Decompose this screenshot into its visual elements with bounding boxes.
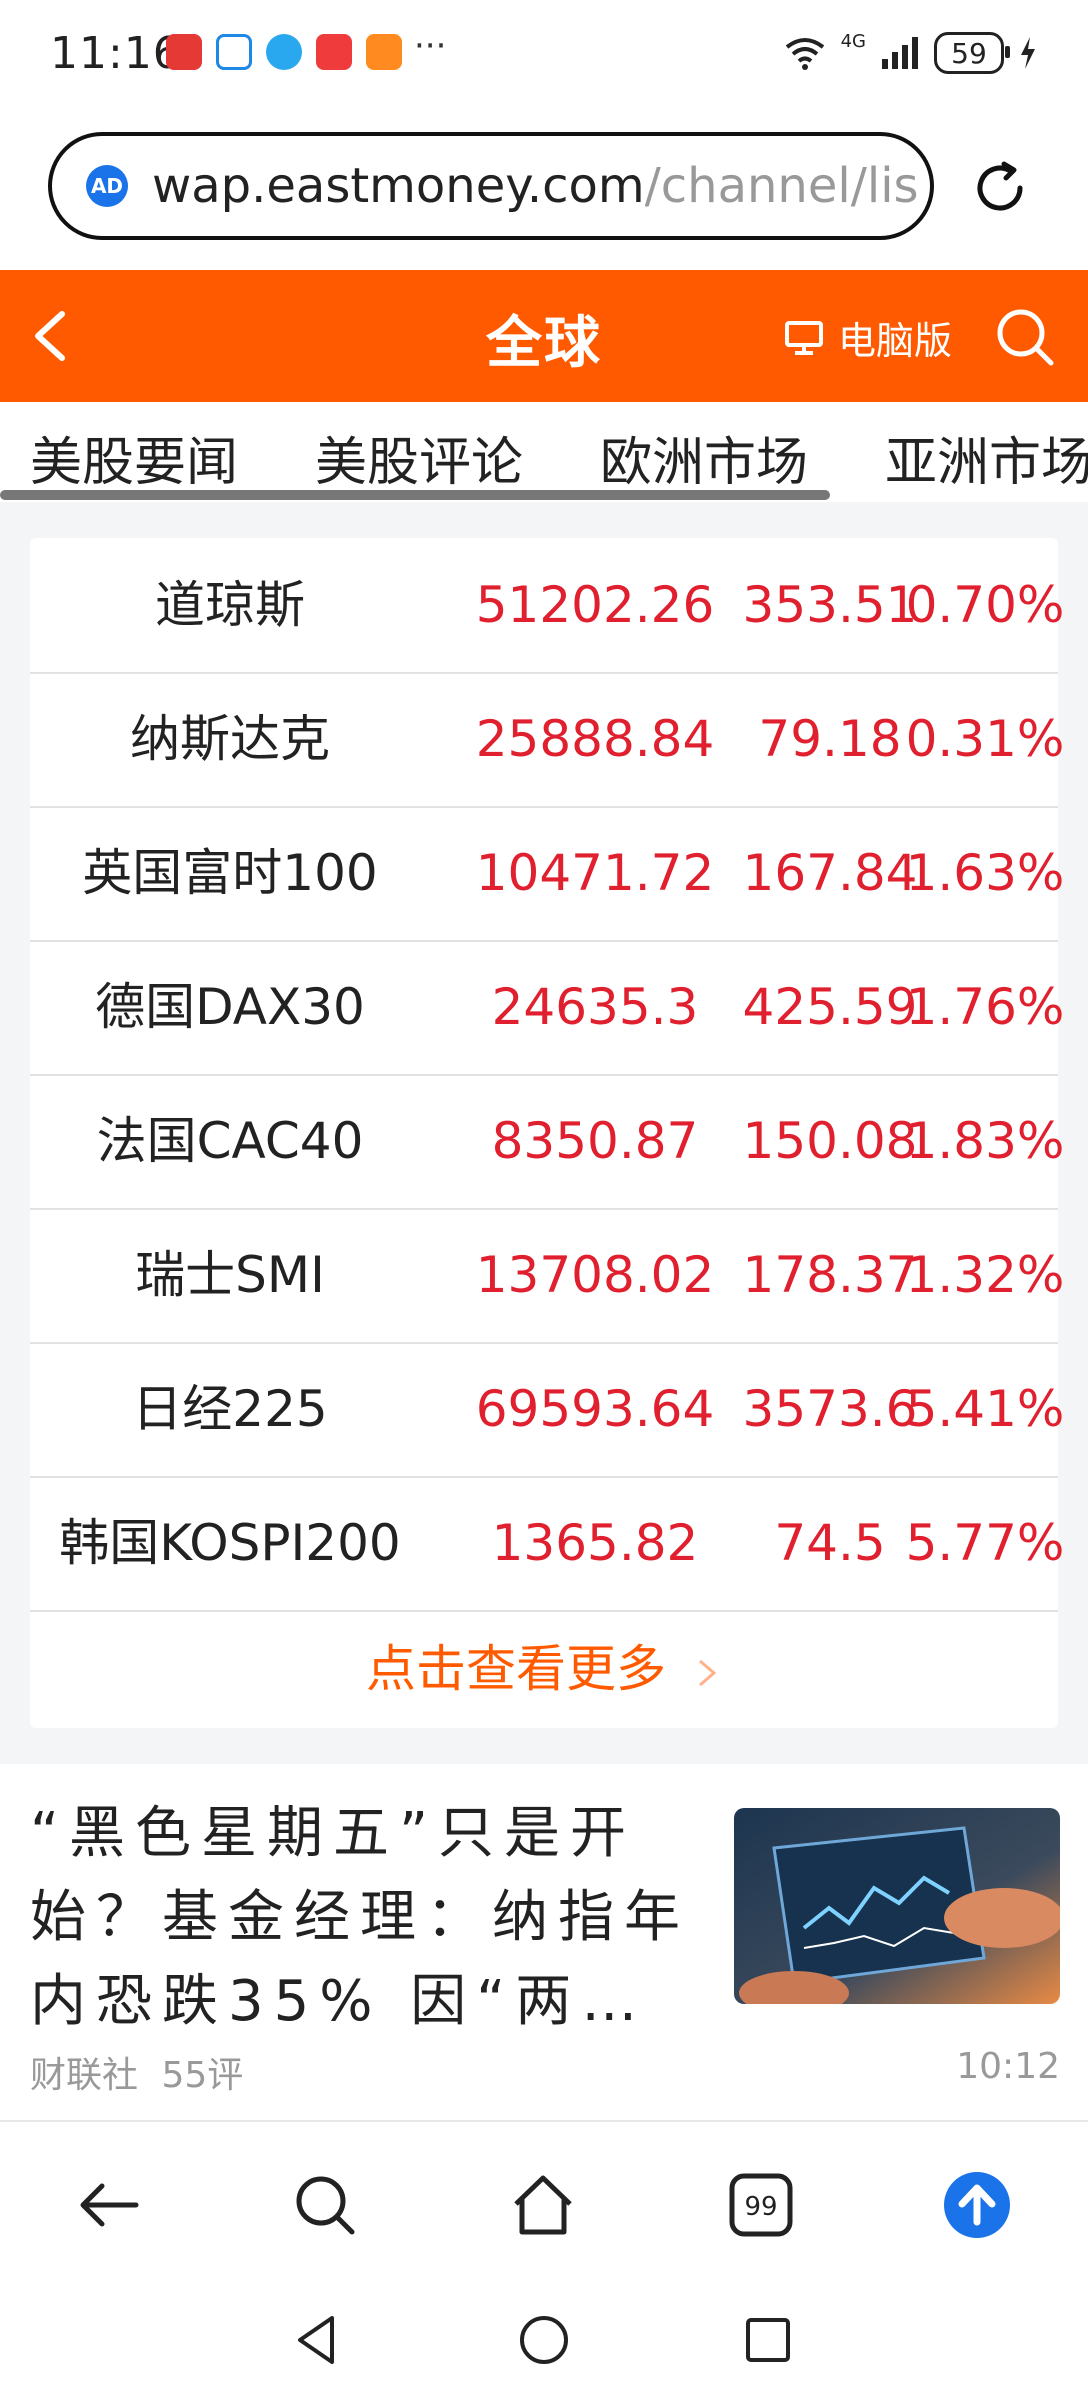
more-notifications-icon: ··· xyxy=(414,26,447,66)
table-row[interactable]: 道琼斯 51202.26 353.51 0.70% xyxy=(30,538,1064,674)
index-price: 69593.64 xyxy=(475,1380,715,1438)
index-name: 道琼斯 xyxy=(155,576,305,634)
status-indicators: 4G 59 xyxy=(783,30,1038,74)
index-price: 51202.26 xyxy=(475,576,715,634)
channel-tabs: 美股要闻 美股评论 欧洲市场 亚洲市场 xyxy=(0,402,1088,502)
home-icon[interactable] xyxy=(508,2170,578,2240)
charging-icon xyxy=(1021,37,1035,69)
status-bar: 11:16 ··· 4G 59 xyxy=(0,0,1088,110)
news-item[interactable]: “黑色星期五”只是开始？基金经理：纳指年内恐跌35% 因“两… 财联社 55评 … xyxy=(0,1764,1088,2120)
url-host: wap.eastmoney.com xyxy=(152,158,645,214)
browser-search-icon[interactable] xyxy=(290,2170,360,2240)
network-type: 4G xyxy=(840,30,866,52)
index-name: 英国富时100 xyxy=(82,844,378,902)
pc-version-button[interactable]: 电脑版 xyxy=(784,310,952,365)
index-price: 1365.82 xyxy=(491,1514,699,1572)
browser-back-icon[interactable] xyxy=(74,2170,144,2240)
system-navigation-bar xyxy=(0,2280,1088,2400)
tab-asia-market[interactable]: 亚洲市场 xyxy=(885,420,1088,495)
calendar-icon xyxy=(216,34,252,70)
news-title[interactable]: “黑色星期五”只是开始？基金经理：纳指年内恐跌35% 因“两… xyxy=(30,1792,690,2044)
news-comment-count[interactable]: 55评 xyxy=(161,2055,243,2096)
search-icon[interactable] xyxy=(994,306,1056,368)
index-price: 10471.72 xyxy=(475,844,715,902)
index-price: 25888.84 xyxy=(475,710,715,768)
pc-version-label: 电脑版 xyxy=(838,319,953,363)
index-percent: 0.70% xyxy=(905,576,1065,634)
index-name: 法国CAC40 xyxy=(96,1112,364,1170)
nav-back-icon[interactable] xyxy=(288,2310,348,2370)
news-source: 财联社 xyxy=(30,2055,139,2096)
index-name: 韩国KOSPI200 xyxy=(59,1514,401,1572)
news-thumbnail[interactable] xyxy=(734,1808,1060,2004)
index-name: 德国DAX30 xyxy=(95,978,365,1036)
index-name: 瑞士SMI xyxy=(135,1246,325,1304)
index-percent: 5.41% xyxy=(905,1380,1065,1438)
page-header: 全球 电脑版 xyxy=(0,270,1088,402)
index-percent: 1.63% xyxy=(905,844,1065,902)
tabs-icon[interactable]: 99 xyxy=(726,2170,796,2240)
browser-toolbar: 99 xyxy=(0,2120,1088,2282)
monitor-icon xyxy=(785,320,823,355)
index-price: 24635.3 xyxy=(491,978,699,1036)
scroll-top-icon[interactable] xyxy=(942,2170,1012,2240)
wifi-icon xyxy=(785,38,824,70)
svg-text:99: 99 xyxy=(744,2192,777,2222)
table-row[interactable]: 日经225 69593.64 3573.6 5.41% xyxy=(30,1342,1064,1478)
index-price: 8350.87 xyxy=(491,1112,699,1170)
table-row[interactable]: 韩国KOSPI200 1365.82 74.5 5.77% xyxy=(30,1476,1064,1612)
index-percent: 5.77% xyxy=(905,1514,1065,1572)
reload-icon[interactable] xyxy=(970,158,1030,218)
browser-icon xyxy=(266,34,302,70)
news-time: 10:12 xyxy=(956,2046,1060,2087)
index-name: 日经225 xyxy=(132,1380,328,1438)
url-bar[interactable]: AD wap.eastmoney.com /channel/lis xyxy=(48,132,934,240)
table-row[interactable]: 法国CAC40 8350.87 150.08 1.83% xyxy=(30,1074,1064,1210)
table-row[interactable]: 瑞士SMI 13708.02 178.37 1.32% xyxy=(30,1208,1064,1344)
nav-recents-icon[interactable] xyxy=(738,2310,798,2370)
game-icon xyxy=(366,34,402,70)
index-percent: 0.31% xyxy=(905,710,1065,768)
url-path: /channel/lis xyxy=(644,158,919,214)
tab-us-news[interactable]: 美股要闻 xyxy=(30,420,238,495)
table-row[interactable]: 英国富时100 10471.72 167.84 1.63% xyxy=(30,806,1064,942)
tab-us-comment[interactable]: 美股评论 xyxy=(315,420,523,495)
news-meta: 财联社 55评 xyxy=(30,2046,243,2098)
view-more-label: 点击查看更多 xyxy=(366,1640,667,1698)
index-percent: 1.32% xyxy=(905,1246,1065,1304)
index-percent: 1.76% xyxy=(905,978,1065,1036)
table-row[interactable]: 德国DAX30 24635.3 425.59 1.76% xyxy=(30,940,1064,1076)
tab-europe-market[interactable]: 欧洲市场 xyxy=(600,420,808,495)
status-time: 11:16 xyxy=(50,28,182,79)
chevron-right-icon xyxy=(698,1659,717,1686)
store-icon xyxy=(316,34,352,70)
index-name: 纳斯达克 xyxy=(130,710,330,768)
index-percent: 1.83% xyxy=(905,1112,1065,1170)
tab-scroll-indicator xyxy=(0,490,830,500)
table-row[interactable]: 纳斯达克 25888.84 79.18 0.31% xyxy=(30,672,1064,808)
app-notification-icon xyxy=(166,34,202,70)
index-price: 13708.02 xyxy=(475,1246,715,1304)
view-more-link[interactable]: 点击查看更多 xyxy=(30,1610,1058,1728)
signal-icon xyxy=(882,37,918,69)
nav-home-icon[interactable] xyxy=(514,2310,574,2370)
battery-indicator: 59 xyxy=(934,32,1010,74)
ad-block-icon[interactable]: AD xyxy=(86,165,128,207)
index-quote-card: 道琼斯 51202.26 353.51 0.70% 纳斯达克 25888.84 … xyxy=(30,538,1064,1728)
notification-icons xyxy=(166,34,402,70)
